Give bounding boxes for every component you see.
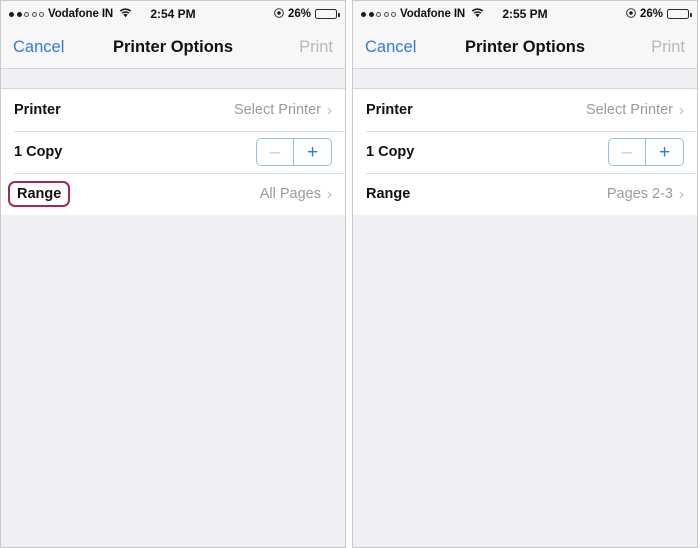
cancel-button[interactable]: Cancel [13,38,64,57]
print-button[interactable]: Print [651,38,685,57]
status-bar-left: Vodafone IN 2:54 PM 26% [1,1,345,27]
row-label: 1 Copy [366,144,415,160]
print-button[interactable]: Print [299,38,333,57]
row-copies[interactable]: 1 Copy – + [353,131,697,173]
printer-value-text: Select Printer [585,102,673,118]
row-value: All Pages › [260,186,332,202]
row-range[interactable]: Range All Pages › [1,173,345,215]
row-printer[interactable]: Printer Select Printer › [1,89,345,131]
row-printer[interactable]: Printer Select Printer › [353,89,697,131]
row-label: Range [17,186,62,202]
wifi-icon [119,7,132,21]
stepper-minus-button[interactable]: – [609,139,646,165]
battery-icon [315,9,340,19]
chevron-right-icon: › [327,185,332,203]
wifi-icon [471,7,484,21]
quantity-stepper[interactable]: – + [608,138,684,166]
chevron-right-icon: › [679,185,684,203]
signal-strength-icon [9,11,44,17]
status-bar-right-group: 26% [274,7,340,21]
row-value: Pages 2-3 › [607,186,684,202]
list-top-spacer [353,69,697,88]
copies-stepper-wrap: – + [608,138,684,166]
printer-value-text: Select Printer [233,102,321,118]
status-bar-right: Vodafone IN 2:55 PM 26% [353,1,697,27]
row-label: Range [366,186,411,202]
navigation-bar-right: Cancel Printer Options Print [353,27,697,69]
location-services-icon [274,7,284,21]
row-label: Printer [14,102,61,118]
iphone-screen-left: Vodafone IN 2:54 PM 26% Cancel Printer O… [0,0,346,548]
range-value-text: All Pages [259,186,321,202]
copies-stepper-wrap: – + [256,138,332,166]
status-bar-left-group: Vodafone IN [361,7,484,21]
quantity-stepper[interactable]: – + [256,138,332,166]
row-copies[interactable]: 1 Copy – + [1,131,345,173]
row-value: Select Printer › [234,102,332,118]
printer-options-list-right: Printer Select Printer › 1 Copy – + Rang… [353,88,697,215]
printer-options-list-left: Printer Select Printer › 1 Copy – + Rang… [1,88,345,215]
stepper-plus-button[interactable]: + [646,139,683,165]
battery-percent-label: 26% [287,8,311,20]
iphone-screen-right: Vodafone IN 2:55 PM 26% Cancel Printer O… [352,0,698,548]
status-bar-left-group: Vodafone IN [9,7,132,21]
row-label: Printer [366,102,413,118]
stepper-minus-button[interactable]: – [257,139,294,165]
signal-strength-icon [361,11,396,17]
status-bar-right-group: 26% [626,7,692,21]
carrier-name: Vodafone IN [48,8,114,20]
chevron-right-icon: › [679,101,684,119]
row-range[interactable]: Range Pages 2-3 › [353,173,697,215]
battery-icon [667,9,692,19]
row-value: Select Printer › [586,102,684,118]
stepper-plus-button[interactable]: + [294,139,331,165]
cancel-button[interactable]: Cancel [365,38,416,57]
two-screenshot-comparison: Vodafone IN 2:54 PM 26% Cancel Printer O… [0,0,700,548]
location-services-icon [626,7,636,21]
range-highlight-box: Range [8,181,71,207]
range-value-text: Pages 2-3 [606,186,673,202]
chevron-right-icon: › [327,101,332,119]
carrier-name: Vodafone IN [400,8,466,20]
list-top-spacer [1,69,345,88]
battery-percent-label: 26% [639,8,663,20]
navigation-bar-left: Cancel Printer Options Print [1,27,345,69]
row-label: 1 Copy [14,144,63,160]
